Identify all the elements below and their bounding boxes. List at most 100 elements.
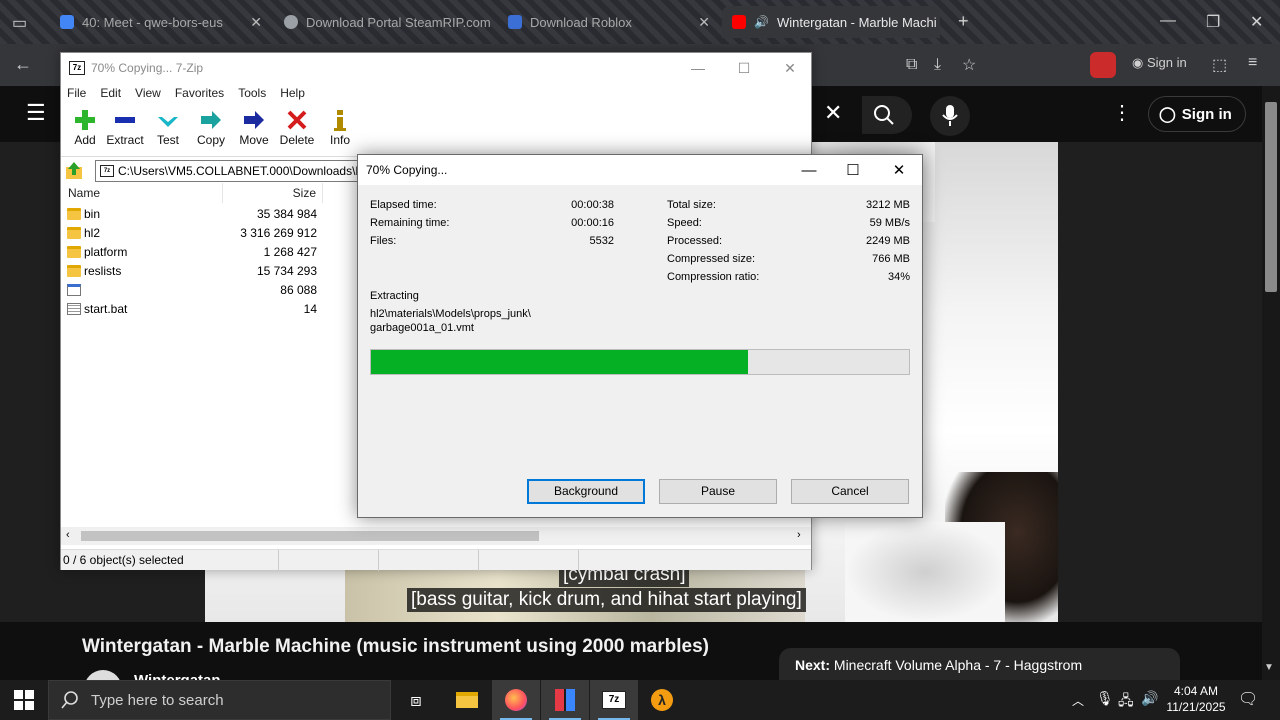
browser-menu-icon[interactable]: ≡ [1248, 54, 1257, 72]
file-name: start.bat [84, 302, 128, 316]
close-button[interactable]: ✕ [767, 53, 813, 83]
notifications-icon[interactable]: 🗨 [1238, 689, 1258, 709]
next-video-box[interactable]: Next: Minecraft Volume Alpha - 7 - Haggs… [779, 648, 1180, 680]
volume-icon[interactable]: 🔊 [1141, 690, 1158, 707]
firefox-button[interactable] [492, 680, 540, 720]
remaining-time-value: 00:00:16 [571, 217, 614, 229]
scroll-right-icon[interactable]: › [797, 529, 801, 541]
youtube-favicon-icon [732, 15, 746, 29]
settings-dots-icon[interactable]: ⋮ [1112, 100, 1132, 125]
voice-search-button[interactable] [930, 96, 970, 136]
delete-button[interactable]: Delete [273, 107, 321, 153]
tab-close-icon[interactable]: ✕ [698, 14, 710, 31]
move-arrow-icon [244, 111, 264, 129]
cancel-button[interactable]: Cancel [791, 479, 909, 504]
app-button-red-blue[interactable] [541, 680, 589, 720]
extensions-icon[interactable]: ⬚ [1212, 55, 1227, 75]
account-icon: ◯ [1159, 106, 1176, 123]
compression-ratio-value: 34% [887, 271, 910, 283]
file-row-reslists[interactable]: reslists 15 734 293 [61, 262, 361, 281]
application-file-icon [67, 284, 81, 296]
folder-icon [67, 227, 81, 239]
status-segment [279, 550, 379, 571]
file-row-hl2[interactable]: hl2 3 316 269 912 [61, 224, 361, 243]
scrollbar-thumb[interactable] [1265, 102, 1277, 292]
game-app-icon [555, 689, 575, 711]
current-path-line-1: hl2\materials\Models\props_junk\ [370, 308, 531, 320]
file-name: reslists [84, 264, 122, 278]
taskbar-search-box[interactable]: Type here to search [48, 680, 391, 720]
column-name[interactable]: Name [61, 183, 223, 203]
windows-taskbar: Type here to search ⧈ 7z λ ︿ 🎙 🖧 🔊 4:04 … [0, 680, 1280, 720]
scroll-left-icon[interactable]: ‹ [66, 529, 70, 541]
sign-in-label: Sign in [1146, 55, 1187, 70]
show-hidden-icons-icon[interactable]: ︿ [1072, 692, 1084, 709]
bookmark-star-icon[interactable]: ☆ [962, 55, 976, 75]
clear-search-icon[interactable]: ✕ [824, 100, 842, 126]
menu-file[interactable]: File [67, 86, 86, 100]
file-row-start-bat[interactable]: start.bat 14 [61, 300, 361, 319]
minimize-button[interactable]: — [675, 53, 721, 83]
meet-favicon-icon [60, 15, 74, 29]
up-folder-icon[interactable] [65, 161, 85, 181]
system-clock[interactable]: 4:04 AM 11/21/2025 [1160, 683, 1232, 715]
file-explorer-button[interactable] [443, 680, 491, 720]
maximize-button[interactable]: ☐ [721, 53, 767, 83]
dialog-maximize-button[interactable]: ☐ [830, 155, 876, 185]
menu-view[interactable]: View [135, 86, 161, 100]
screen-share-icon[interactable]: ⧉ [906, 56, 917, 74]
files-value: 5532 [589, 235, 614, 247]
next-label: Next: [795, 657, 831, 673]
page-scrollbar[interactable] [1262, 86, 1280, 680]
file-row-exe[interactable]: 86 088 [61, 281, 361, 300]
restore-icon[interactable]: ❐ [1206, 12, 1220, 32]
tab-close-icon[interactable]: ✕ [250, 14, 262, 31]
search-icon [61, 691, 78, 709]
extract-button[interactable]: Extract [101, 107, 149, 153]
search-button[interactable] [862, 96, 912, 134]
video-title: Wintergatan - Marble Machine (music inst… [82, 636, 709, 657]
menu-edit[interactable]: Edit [100, 86, 121, 100]
elapsed-time-label: Elapsed time: [370, 199, 437, 211]
tab-list-icon[interactable]: ▭ [12, 13, 27, 33]
browser-tab-meet[interactable]: 40: Meet - qwe-bors-eus ✕ [50, 6, 272, 38]
browser-tab-steamrip[interactable]: Download Portal SteamRIP.com ✕ [274, 6, 496, 38]
extension-icon[interactable] [1090, 52, 1116, 78]
move-button[interactable]: Move [230, 107, 278, 153]
network-icon[interactable]: 🖧 [1118, 690, 1134, 714]
menu-help[interactable]: Help [280, 86, 305, 100]
horizontal-scrollbar[interactable]: ‹ › [61, 527, 811, 545]
minimize-icon[interactable]: — [1160, 12, 1176, 30]
new-tab-icon[interactable]: + [958, 11, 969, 32]
dialog-minimize-button[interactable]: — [786, 155, 832, 185]
menu-favorites[interactable]: Favorites [175, 86, 224, 100]
close-window-icon[interactable]: ✕ [1250, 12, 1263, 32]
7zip-taskbar-button[interactable]: 7z [590, 680, 638, 720]
task-view-button[interactable]: ⧈ [392, 680, 440, 720]
browser-tab-roblox[interactable]: Download Roblox ✕ [498, 6, 720, 38]
test-button[interactable]: Test [144, 107, 192, 153]
download-icon[interactable]: ⤓ [934, 56, 941, 74]
scroll-down-arrow-icon[interactable]: ▼ [1264, 662, 1274, 673]
file-row-platform[interactable]: platform 1 268 427 [61, 243, 361, 262]
microphone-tray-icon[interactable]: 🎙 [1096, 690, 1114, 707]
file-size: 86 088 [280, 283, 317, 297]
folder-icon [456, 692, 478, 708]
background-button[interactable]: Background [527, 479, 645, 504]
profile-sign-in[interactable]: ◉ Sign in [1132, 55, 1187, 71]
info-button[interactable]: Info [316, 107, 364, 153]
sign-in-button[interactable]: ◯ Sign in [1148, 96, 1246, 132]
pause-button[interactable]: Pause [659, 479, 777, 504]
hamburger-menu-icon[interactable]: ☰ [26, 100, 46, 126]
browser-tab-youtube[interactable]: 🔊 Wintergatan - Marble Machi ✕ [722, 6, 940, 38]
scrollbar-thumb[interactable] [81, 531, 539, 541]
windows-start-icon[interactable] [14, 690, 34, 710]
column-size[interactable]: Size [223, 183, 323, 203]
back-arrow-icon[interactable]: ← [14, 54, 32, 75]
copy-button[interactable]: Copy [187, 107, 235, 153]
dialog-close-button[interactable]: ✕ [876, 155, 922, 185]
half-life-button[interactable]: λ [638, 680, 686, 720]
file-row-bin[interactable]: bin 35 384 984 [61, 205, 361, 224]
menu-tools[interactable]: Tools [238, 86, 266, 100]
copy-arrow-icon [201, 111, 221, 129]
